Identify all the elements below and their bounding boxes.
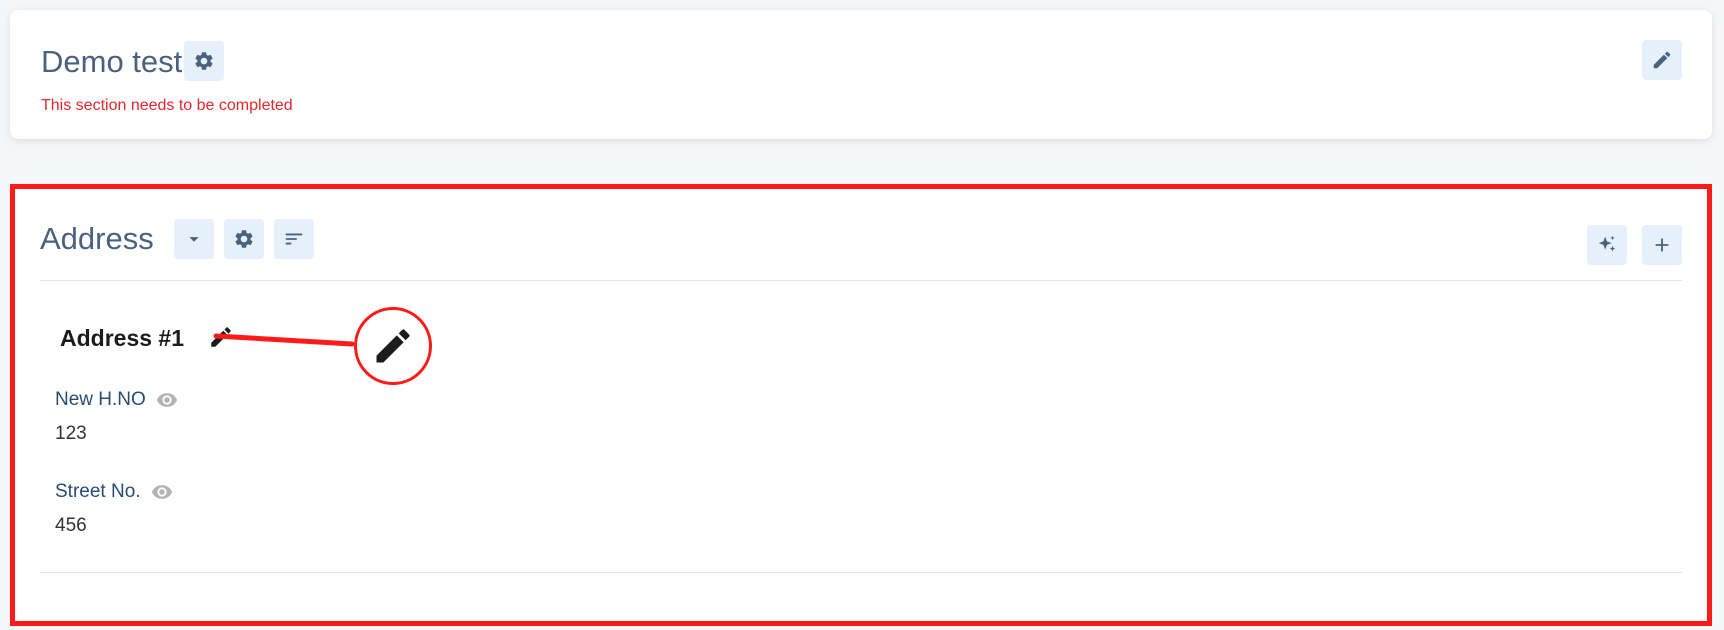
- field-label: New H.NO: [55, 389, 146, 410]
- gear-icon: [195, 52, 213, 70]
- dropdown-button[interactable]: [173, 219, 214, 259]
- plus-icon: [1655, 238, 1669, 252]
- section-title: Demo test: [41, 43, 183, 79]
- header-divider: [40, 280, 1682, 281]
- callout-magnifier: [354, 307, 432, 385]
- add-address-button[interactable]: [1642, 225, 1682, 265]
- address-title: Address: [40, 221, 154, 256]
- settings-button[interactable]: [223, 219, 264, 259]
- section-title-row: Demo test: [41, 41, 225, 81]
- edit-entry-pencil-icon[interactable]: [208, 324, 234, 350]
- pencil-icon: [376, 329, 410, 363]
- gear-icon: [235, 230, 253, 248]
- field-value: 123: [55, 423, 87, 444]
- visibility-eye-icon[interactable]: [151, 481, 173, 503]
- field-label-row: Street No.: [55, 481, 173, 503]
- field-street-no: Street No. 456: [55, 481, 173, 537]
- pencil-icon: [1653, 51, 1671, 69]
- section-card: Demo test This section needs to be compl…: [10, 10, 1712, 139]
- field-label: Street No.: [55, 481, 141, 502]
- visibility-eye-icon[interactable]: [156, 389, 178, 411]
- edit-section-button[interactable]: [1642, 40, 1682, 80]
- header-actions: [1587, 225, 1682, 265]
- sort-button[interactable]: [273, 219, 314, 259]
- ai-assist-button[interactable]: [1587, 225, 1627, 265]
- address-panel: Address Address #1 New H.NO 123 Street N…: [10, 184, 1712, 626]
- settings-button[interactable]: [184, 41, 225, 81]
- footer-divider: [40, 572, 1682, 573]
- sparkles-icon: [1598, 235, 1616, 252]
- address-header: Address: [40, 219, 314, 259]
- field-label-row: New H.NO: [55, 389, 178, 411]
- entry-title: Address #1: [60, 325, 185, 351]
- field-new-hno: New H.NO 123: [55, 389, 178, 445]
- caret-down-icon: [189, 237, 199, 242]
- field-value: 456: [55, 515, 87, 536]
- sort-icon: [285, 233, 302, 245]
- incomplete-warning: This section needs to be completed: [41, 97, 293, 114]
